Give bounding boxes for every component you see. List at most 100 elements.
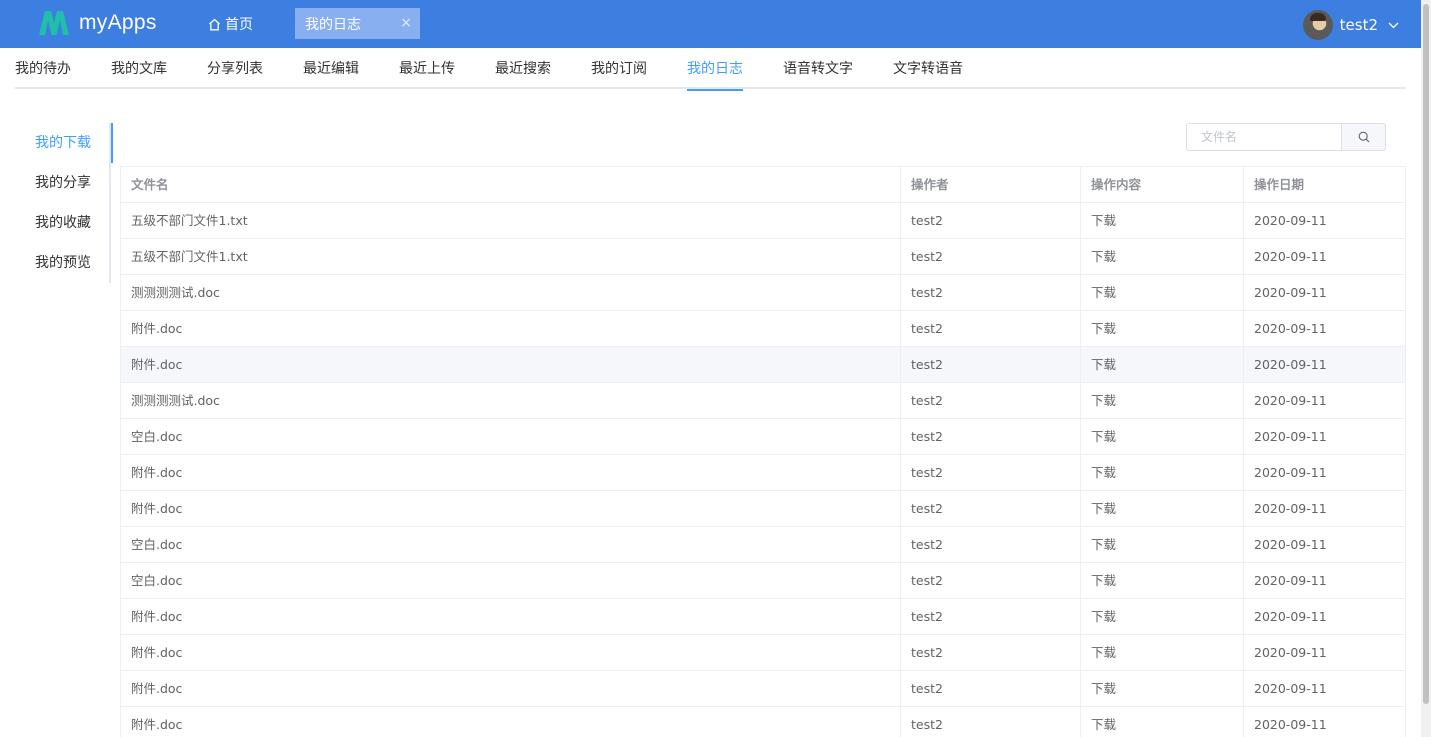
cell-operator: test2 [901,599,1081,634]
cell-filename: 附件.doc [121,635,901,670]
table-header-row: 文件名 操作者 操作内容 操作日期 [121,167,1406,203]
cell-operation: 下载 [1081,671,1244,706]
table-row[interactable]: 附件.doc test2 下载 2020-09-11 [121,455,1406,491]
cell-operation: 下载 [1081,527,1244,562]
cell-filename: 附件.doc [121,491,901,526]
column-header-filename[interactable]: 文件名 [121,167,901,202]
subnav-item-recent-search[interactable]: 最近搜索 [495,49,551,89]
cell-filename: 测测测测试.doc [121,383,901,418]
table-row[interactable]: 空白.doc test2 下载 2020-09-11 [121,527,1406,563]
cell-date: 2020-09-11 [1244,491,1406,526]
table-row[interactable]: 附件.doc test2 下载 2020-09-11 [121,347,1406,383]
chevron-down-icon [1388,22,1399,28]
cell-operator: test2 [901,239,1081,274]
cell-date: 2020-09-11 [1244,455,1406,490]
side-tab-favorites[interactable]: 我的收藏 [20,203,111,243]
subnav-item-share-list[interactable]: 分享列表 [207,49,263,89]
cell-date: 2020-09-11 [1244,599,1406,634]
download-log-table: 文件名 操作者 操作内容 操作日期 五级不部门文件1.txt test2 下载 202… [120,166,1406,737]
cell-operator: test2 [901,635,1081,670]
cell-operation: 下载 [1081,491,1244,526]
subnav-item-subscriptions[interactable]: 我的订阅 [591,49,647,89]
search-input[interactable] [1186,123,1341,151]
column-header-date[interactable]: 操作日期 [1244,167,1406,202]
cell-operator: test2 [901,707,1081,737]
cell-operation: 下载 [1081,203,1244,238]
subnav-item-library[interactable]: 我的文库 [111,49,167,89]
cell-filename: 附件.doc [121,311,901,346]
table-row[interactable]: 附件.doc test2 下载 2020-09-11 [121,491,1406,527]
home-tab[interactable]: 首页 [208,0,253,48]
cell-date: 2020-09-11 [1244,383,1406,418]
side-tab-shares[interactable]: 我的分享 [20,163,111,203]
cell-filename: 五级不部门文件1.txt [121,203,901,238]
cell-filename: 五级不部门文件1.txt [121,239,901,274]
tab-my-log-label: 我的日志 [305,16,361,33]
cell-operation: 下载 [1081,707,1244,737]
sub-navigation: 我的待办 我的文库 分享列表 最近编辑 最近上传 最近搜索 我的订阅 我的日志 … [15,49,1406,91]
cell-date: 2020-09-11 [1244,671,1406,706]
table-row[interactable]: 附件.doc test2 下载 2020-09-11 [121,311,1406,347]
subnav-item-text-to-speech[interactable]: 文字转语音 [893,49,963,89]
subnav-item-recent-upload[interactable]: 最近上传 [399,49,455,89]
vertical-scrollbar[interactable] [1421,0,1431,737]
avatar [1302,10,1333,40]
cell-operation: 下载 [1081,455,1244,490]
table-row[interactable]: 空白.doc test2 下载 2020-09-11 [121,419,1406,455]
cell-operator: test2 [901,203,1081,238]
subnav-item-speech-to-text[interactable]: 语音转文字 [783,49,853,89]
cell-date: 2020-09-11 [1244,635,1406,670]
cell-filename: 附件.doc [121,599,901,634]
app-title: myApps [79,11,157,34]
cell-operation: 下载 [1081,599,1244,634]
subnav-item-todo[interactable]: 我的待办 [15,49,71,89]
side-tab-previews[interactable]: 我的预览 [20,243,111,283]
cell-date: 2020-09-11 [1244,419,1406,454]
cell-operation: 下载 [1081,275,1244,310]
table-row[interactable]: 附件.doc test2 下载 2020-09-11 [121,671,1406,707]
cell-operation: 下载 [1081,635,1244,670]
table-row[interactable]: 空白.doc test2 下载 2020-09-11 [121,563,1406,599]
close-icon[interactable]: × [400,15,412,31]
cell-filename: 空白.doc [121,419,901,454]
cell-filename: 空白.doc [121,527,901,562]
cell-operator: test2 [901,455,1081,490]
side-tab-downloads[interactable]: 我的下载 [20,123,113,163]
cell-date: 2020-09-11 [1244,563,1406,598]
table-row[interactable]: 测测测测试.doc test2 下载 2020-09-11 [121,383,1406,419]
cell-operation: 下载 [1081,383,1244,418]
table-row[interactable]: 附件.doc test2 下载 2020-09-11 [121,599,1406,635]
column-header-operator[interactable]: 操作者 [901,167,1081,202]
cell-operator: test2 [901,527,1081,562]
user-menu[interactable]: test2 [1302,10,1399,40]
cell-operator: test2 [901,491,1081,526]
table-row[interactable]: 测测测测试.doc test2 下载 2020-09-11 [121,275,1406,311]
tab-my-log[interactable]: 我的日志 × [295,8,420,39]
cell-date: 2020-09-11 [1244,203,1406,238]
app-logo[interactable]: myApps [38,8,157,38]
cell-date: 2020-09-11 [1244,239,1406,274]
cell-date: 2020-09-11 [1244,527,1406,562]
search-button[interactable] [1341,123,1386,151]
subnav-item-my-log[interactable]: 我的日志 [687,49,743,91]
cell-operator: test2 [901,671,1081,706]
subnav-item-recent-edit[interactable]: 最近编辑 [303,49,359,89]
table-row[interactable]: 五级不部门文件1.txt test2 下载 2020-09-11 [121,239,1406,275]
cell-operation: 下载 [1081,419,1244,454]
scrollbar-thumb[interactable] [1423,4,1429,704]
cell-date: 2020-09-11 [1244,707,1406,737]
cell-date: 2020-09-11 [1244,275,1406,310]
cell-operation: 下载 [1081,311,1244,346]
cell-operation: 下载 [1081,563,1244,598]
cell-operator: test2 [901,275,1081,310]
table-row[interactable]: 附件.doc test2 下载 2020-09-11 [121,707,1406,737]
table-row[interactable]: 附件.doc test2 下载 2020-09-11 [121,635,1406,671]
cell-filename: 附件.doc [121,455,901,490]
search-icon [1358,131,1369,143]
table-row[interactable]: 五级不部门文件1.txt test2 下载 2020-09-11 [121,203,1406,239]
column-header-operation[interactable]: 操作内容 [1081,167,1244,202]
cell-date: 2020-09-11 [1244,347,1406,382]
cell-filename: 附件.doc [121,671,901,706]
cell-operator: test2 [901,311,1081,346]
cell-operator: test2 [901,347,1081,382]
